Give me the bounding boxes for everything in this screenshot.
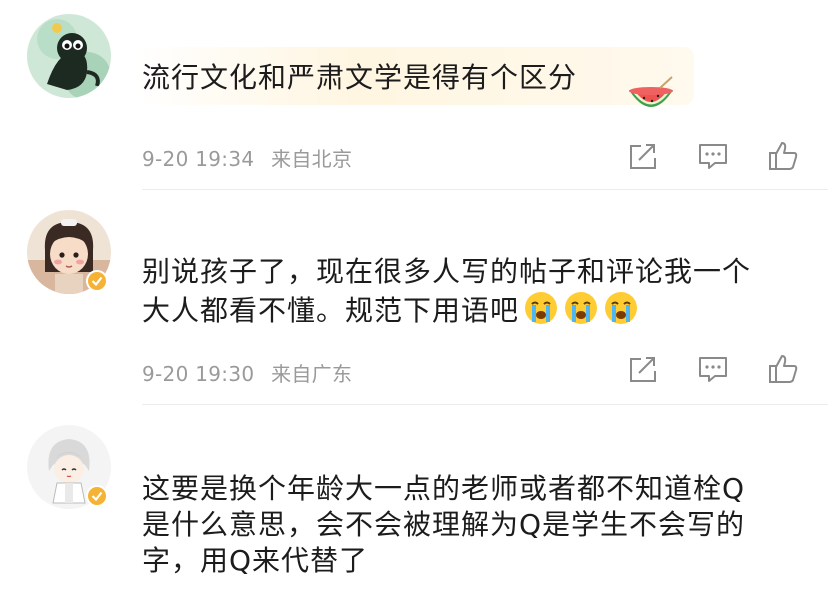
comment-text-line: 别说孩子了，现在很多人写的帖子和评论我一个 bbox=[142, 255, 752, 288]
comment-text-line: 流行文化和严肃文学是得有个区分 bbox=[142, 61, 578, 94]
comment-icon[interactable] bbox=[696, 140, 730, 172]
verified-badge-icon bbox=[86, 270, 108, 292]
comment-date: 9-20 19:34 bbox=[142, 147, 255, 171]
watermelon-emoji bbox=[626, 76, 676, 118]
comment-text: 这要是换个年龄大一点的老师或者都不知道栓Q 是什么意思，会不会被理解为Q是学生不… bbox=[142, 471, 745, 579]
thumbs-up-icon[interactable] bbox=[766, 353, 800, 385]
share-icon[interactable] bbox=[626, 353, 660, 385]
comment-item-1: 流行文化和严肃文学是得有个区分 9-20 19:34 来自北京 bbox=[0, 0, 828, 190]
crying-emoji bbox=[563, 290, 599, 326]
thumbs-up-icon[interactable] bbox=[766, 140, 800, 172]
comment-date: 9-20 19:30 bbox=[142, 362, 255, 386]
crying-emoji bbox=[603, 290, 639, 326]
comment-location: 来自广东 bbox=[271, 362, 353, 386]
comment-text-line-content: 大人都看不懂。规范下用语吧 bbox=[142, 294, 520, 327]
comment-text-line: 大人都看不懂。规范下用语吧 bbox=[142, 290, 751, 329]
comment-actions bbox=[626, 140, 800, 172]
avatar-green-character[interactable] bbox=[27, 14, 111, 98]
verified-badge-icon bbox=[86, 485, 108, 507]
comment-text: 别说孩子了，现在很多人写的帖子和评论我一个 大人都看不懂。规范下用语吧 bbox=[142, 254, 751, 329]
comment-location: 来自北京 bbox=[271, 147, 353, 171]
share-icon[interactable] bbox=[626, 140, 660, 172]
comment-text: 流行文化和严肃文学是得有个区分 bbox=[142, 60, 577, 96]
comment-item-2: 别说孩子了，现在很多人写的帖子和评论我一个 大人都看不懂。规范下用语吧 9-20… bbox=[0, 190, 828, 405]
comment-text-line: 是什么意思，会不会被理解为Q是学生不会写的 bbox=[142, 508, 746, 541]
comment-actions bbox=[626, 353, 800, 385]
comment-text-line: 这要是换个年龄大一点的老师或者都不知道栓Q bbox=[142, 472, 746, 505]
comment-icon[interactable] bbox=[696, 353, 730, 385]
comment-meta: 9-20 19:34 来自北京 bbox=[142, 143, 352, 172]
comment-meta: 9-20 19:30 来自广东 bbox=[142, 358, 352, 387]
comment-item-3: 这要是换个年龄大一点的老师或者都不知道栓Q 是什么意思，会不会被理解为Q是学生不… bbox=[0, 405, 828, 598]
crying-emoji bbox=[523, 290, 559, 326]
comment-text-line: 字，用Q来代替了 bbox=[142, 544, 369, 577]
